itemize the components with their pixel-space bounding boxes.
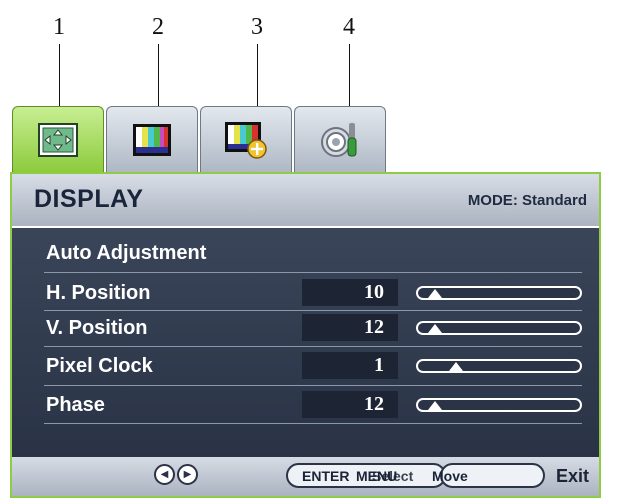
left-arrow-icon: ◀ [160, 468, 169, 480]
row-divider [44, 385, 582, 386]
phase-value: 12 [364, 393, 384, 415]
v-position-slider[interactable] [414, 317, 586, 339]
callout-1: 1 [53, 14, 65, 40]
callout-3: 3 [251, 14, 263, 40]
nav-left-button[interactable]: ◀ [154, 464, 175, 485]
callout-2-line [158, 44, 159, 106]
row-divider [44, 272, 582, 273]
pixel-clock-slider[interactable] [414, 355, 586, 377]
menu-body: Auto Adjustment H. Position 10 V. Positi… [12, 228, 599, 457]
menu-item-pixel-clock[interactable]: Pixel Clock [46, 355, 153, 378]
tab-picture[interactable] [106, 106, 198, 172]
mode-indicator: MODE: Standard [467, 192, 587, 209]
display-settings-icon [38, 122, 78, 157]
menu-item-phase[interactable]: Phase [46, 394, 105, 417]
tab-picture-advanced[interactable] [200, 106, 292, 172]
h-position-value-box: 10 [302, 279, 398, 306]
callout-2: 2 [152, 14, 164, 40]
callout-4-line [349, 44, 350, 106]
footer-bar: ◀ ▶ ENTER MENU Select Move Exit [12, 457, 599, 496]
tab-display[interactable] [12, 106, 104, 172]
row-divider [44, 346, 582, 347]
picture-advanced-icon [225, 121, 267, 159]
select-label: Select [372, 468, 414, 484]
move-label: Move [432, 468, 468, 484]
phase-slider[interactable] [414, 394, 586, 416]
picture-color-bars-icon [133, 123, 171, 156]
h-position-slider[interactable] [414, 282, 586, 304]
phase-value-box: 12 [302, 391, 398, 418]
slider-track [416, 321, 582, 335]
row-divider [44, 423, 582, 424]
v-position-value-box: 12 [302, 314, 398, 341]
slider-track [416, 359, 582, 373]
exit-button[interactable]: Exit [556, 466, 589, 487]
menu-item-v-position[interactable]: V. Position [46, 317, 148, 340]
right-arrow-icon: ▶ [183, 468, 192, 480]
menu-item-h-position[interactable]: H. Position [46, 282, 150, 305]
page-title: DISPLAY [34, 185, 144, 213]
slider-track [416, 286, 582, 300]
v-position-value: 12 [364, 316, 384, 338]
menu-item-auto-adjustment[interactable]: Auto Adjustment [46, 242, 206, 265]
callout-3-line [257, 44, 258, 106]
callout-4: 4 [343, 14, 355, 40]
pixel-clock-value: 1 [374, 354, 384, 376]
enter-key-label: ENTER [302, 468, 350, 484]
callout-1-line [59, 44, 60, 106]
tab-system[interactable] [294, 106, 386, 172]
h-position-value: 10 [364, 281, 384, 303]
slider-track [416, 398, 582, 412]
menu-header: DISPLAY MODE: Standard [12, 174, 599, 226]
system-settings-icon [321, 122, 357, 157]
pixel-clock-value-box: 1 [302, 352, 398, 379]
row-divider [44, 310, 582, 311]
nav-right-button[interactable]: ▶ [177, 464, 198, 485]
